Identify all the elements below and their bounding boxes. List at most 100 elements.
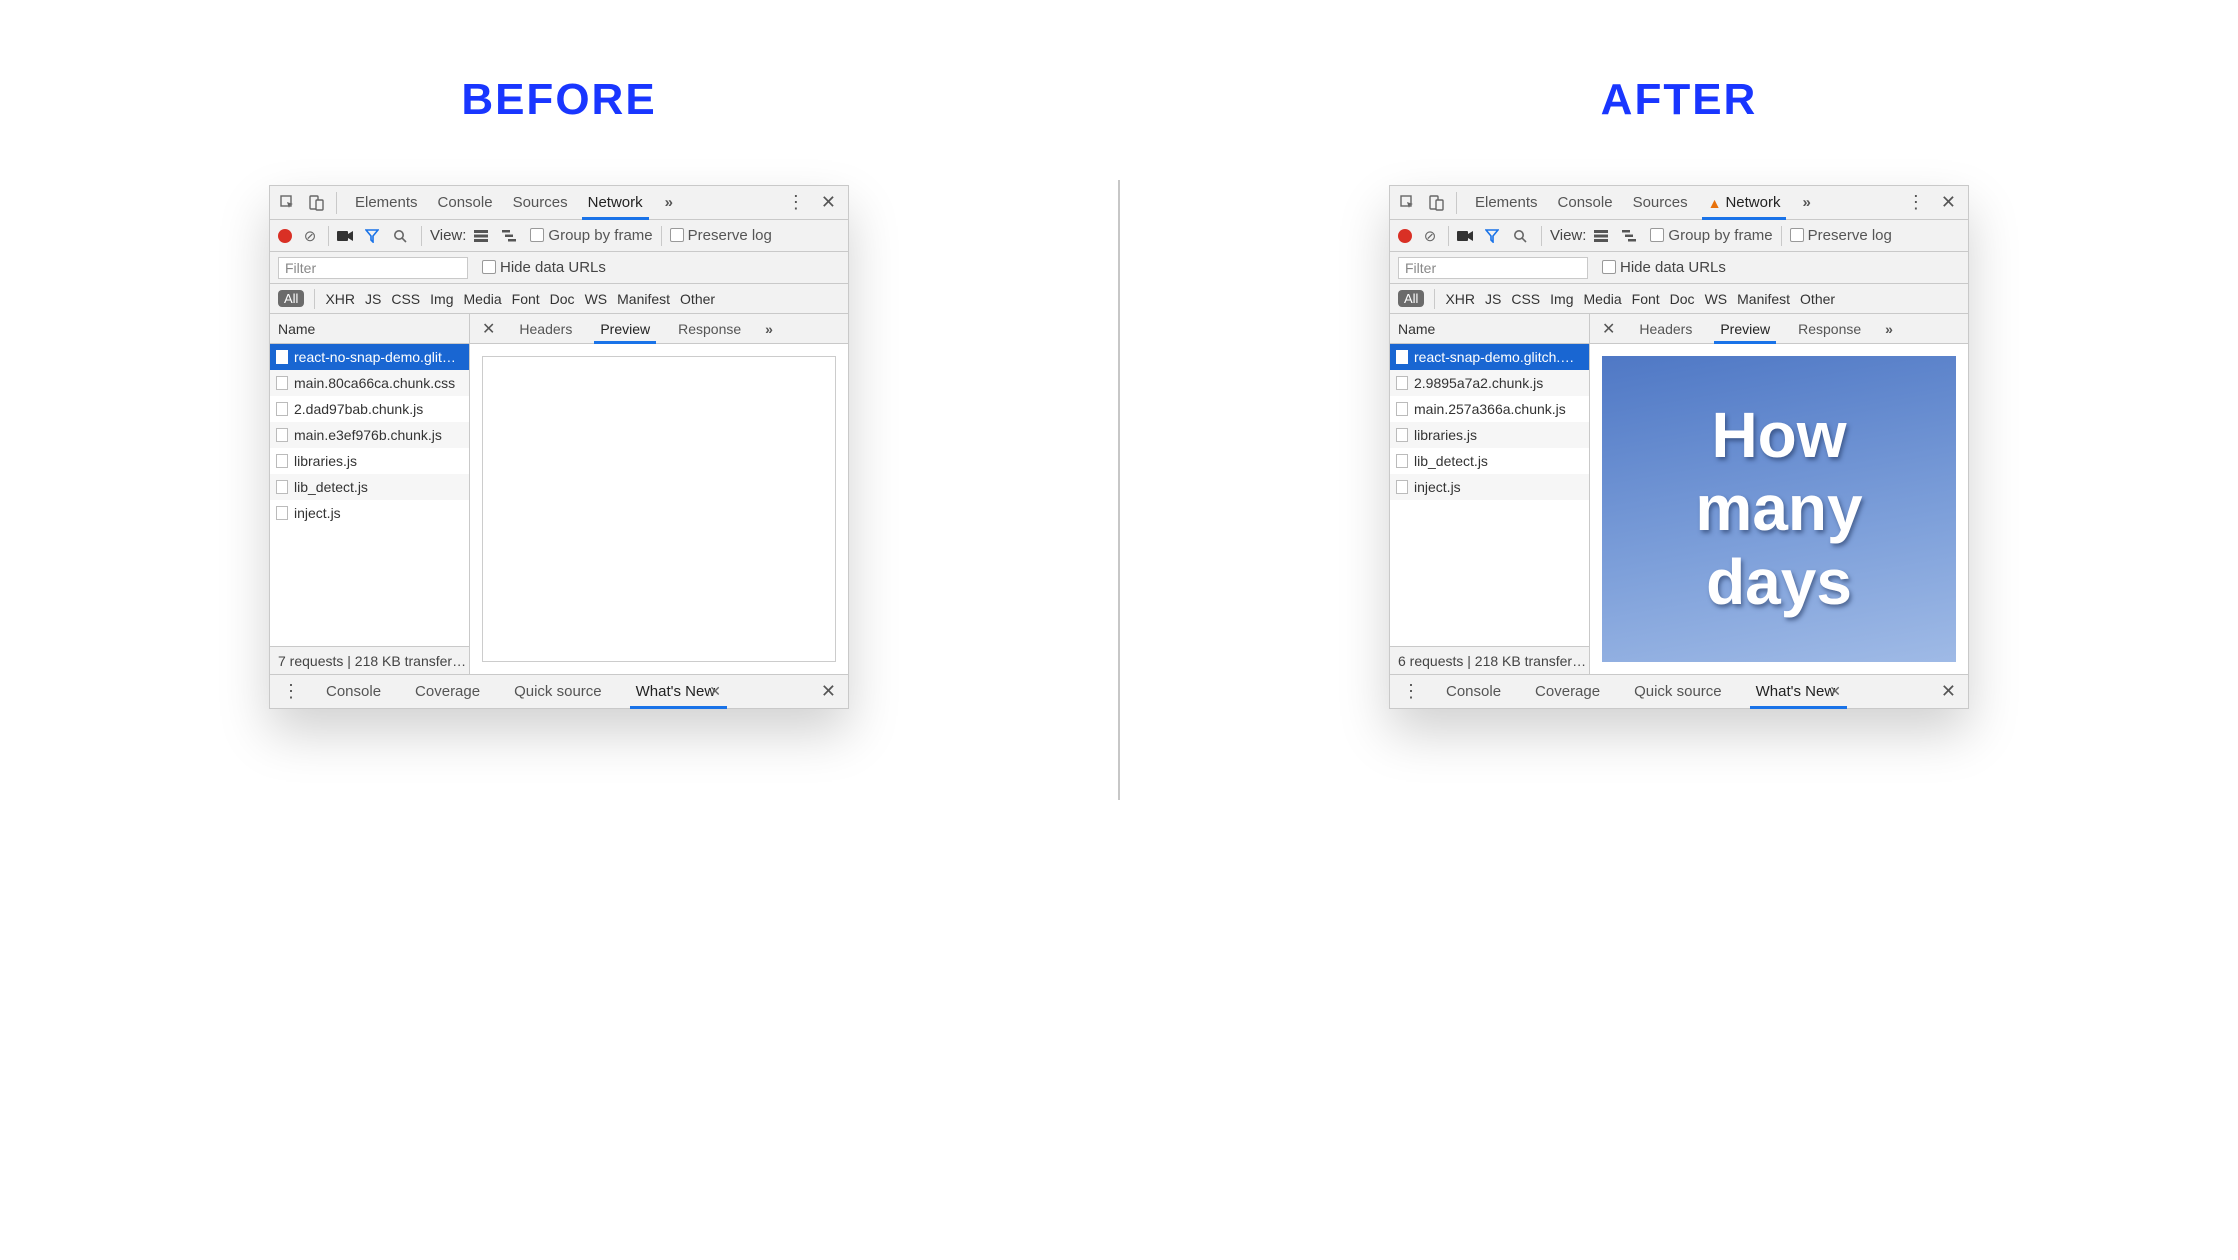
request-row[interactable]: libraries.js [1390,422,1589,448]
type-filter-other[interactable]: Other [1800,291,1835,307]
type-filter-css[interactable]: CSS [1511,291,1540,307]
drawer-tab-coverage[interactable]: Coverage [1521,675,1614,709]
filter-icon[interactable] [1485,229,1505,243]
inspect-icon[interactable] [276,191,300,215]
type-filter-css[interactable]: CSS [391,291,420,307]
type-filter-img[interactable]: Img [1550,291,1573,307]
kebab-menu-icon[interactable]: ⋮ [781,192,811,213]
filter-input[interactable]: Filter [1398,257,1588,279]
record-icon[interactable] [278,229,292,243]
type-filter-xhr[interactable]: XHR [325,291,355,307]
device-toggle-icon[interactable] [304,191,328,215]
request-row[interactable]: main.e3ef976b.chunk.js [270,422,469,448]
clear-icon[interactable]: ⊘ [1420,227,1440,245]
inspect-icon[interactable] [1396,191,1420,215]
request-row[interactable]: libraries.js [270,448,469,474]
request-row[interactable]: 2.dad97bab.chunk.js [270,396,469,422]
detail-tab-response[interactable]: Response [666,314,753,344]
drawer-tab-quick-source[interactable]: Quick source [500,675,616,709]
hide-data-urls-checkbox[interactable]: Hide data URLs [1602,259,1726,276]
type-filter-js[interactable]: JS [1485,291,1501,307]
large-rows-icon[interactable] [474,230,494,242]
drawer-tab-whats-new[interactable]: What's New ✕ [622,675,735,709]
record-icon[interactable] [1398,229,1412,243]
detail-tab-headers[interactable]: Headers [1627,314,1704,344]
close-detail-icon[interactable]: ✕ [474,319,503,339]
request-row[interactable]: lib_detect.js [270,474,469,500]
kebab-menu-icon[interactable]: ⋮ [1901,192,1931,213]
type-filter-manifest[interactable]: Manifest [617,291,670,307]
drawer-tab-quick-source[interactable]: Quick source [1620,675,1736,709]
detail-tab-headers[interactable]: Headers [507,314,584,344]
close-tab-icon[interactable]: ✕ [1829,683,1841,700]
tab-console[interactable]: Console [1548,186,1623,220]
type-filter-ws[interactable]: WS [1705,291,1728,307]
request-list-header[interactable]: Name [1390,314,1589,344]
drawer-tab-console[interactable]: Console [312,675,395,709]
type-filter-all[interactable]: All [278,290,304,307]
type-filter-media[interactable]: Media [464,291,502,307]
request-row[interactable]: main.80ca66ca.chunk.css [270,370,469,396]
preserve-log-checkbox[interactable]: Preserve log [670,227,772,244]
drawer-menu-icon[interactable]: ⋮ [1396,681,1426,702]
tab-network[interactable]: Network [578,186,653,220]
type-filter-xhr[interactable]: XHR [1445,291,1475,307]
detail-tab-response[interactable]: Response [1786,314,1873,344]
type-filter-manifest[interactable]: Manifest [1737,291,1790,307]
request-row[interactable]: 2.9895a7a2.chunk.js [1390,370,1589,396]
tab-sources[interactable]: Sources [503,186,578,220]
clear-icon[interactable]: ⊘ [300,227,320,245]
close-drawer-icon[interactable]: ✕ [1935,681,1962,702]
device-toggle-icon[interactable] [1424,191,1448,215]
detail-tab-preview[interactable]: Preview [1708,314,1782,344]
filter-icon[interactable] [365,229,385,243]
camera-icon[interactable] [337,230,357,242]
waterfall-icon[interactable] [502,230,522,242]
tab-console[interactable]: Console [428,186,503,220]
drawer-tab-console[interactable]: Console [1432,675,1515,709]
detail-tab-preview[interactable]: Preview [588,314,662,344]
type-filter-all[interactable]: All [1398,290,1424,307]
tab-elements[interactable]: Elements [345,186,428,220]
tab-sources[interactable]: Sources [1623,186,1698,220]
request-row[interactable]: main.257a366a.chunk.js [1390,396,1589,422]
tab-network[interactable]: ▲Network [1698,186,1791,220]
waterfall-icon[interactable] [1622,230,1642,242]
close-detail-icon[interactable]: ✕ [1594,319,1623,339]
search-icon[interactable] [393,229,413,243]
large-rows-icon[interactable] [1594,230,1614,242]
search-icon[interactable] [1513,229,1533,243]
close-devtools-icon[interactable]: ✕ [1935,192,1962,213]
drawer-tab-coverage[interactable]: Coverage [401,675,494,709]
type-filter-media[interactable]: Media [1584,291,1622,307]
type-filter-js[interactable]: JS [365,291,381,307]
type-filter-ws[interactable]: WS [585,291,608,307]
type-filter-doc[interactable]: Doc [1670,291,1695,307]
close-drawer-icon[interactable]: ✕ [815,681,842,702]
group-by-frame-checkbox[interactable]: Group by frame [1650,227,1772,244]
more-detail-tabs-icon[interactable]: » [1877,321,1901,337]
type-filter-font[interactable]: Font [512,291,540,307]
tab-elements[interactable]: Elements [1465,186,1548,220]
type-filter-font[interactable]: Font [1632,291,1660,307]
request-list-header[interactable]: Name [270,314,469,344]
request-row[interactable]: react-no-snap-demo.glit… [270,344,469,370]
close-devtools-icon[interactable]: ✕ [815,192,842,213]
preserve-log-checkbox[interactable]: Preserve log [1790,227,1892,244]
filter-input[interactable]: Filter [278,257,468,279]
hide-data-urls-checkbox[interactable]: Hide data URLs [482,259,606,276]
group-by-frame-checkbox[interactable]: Group by frame [530,227,652,244]
drawer-tab-whats-new[interactable]: What's New ✕ [1742,675,1855,709]
type-filter-doc[interactable]: Doc [550,291,575,307]
close-tab-icon[interactable]: ✕ [709,683,721,700]
more-tabs-icon[interactable]: » [1794,194,1818,211]
more-detail-tabs-icon[interactable]: » [757,321,781,337]
drawer-menu-icon[interactable]: ⋮ [276,681,306,702]
more-tabs-icon[interactable]: » [657,194,681,211]
request-row[interactable]: lib_detect.js [1390,448,1589,474]
camera-icon[interactable] [1457,230,1477,242]
type-filter-img[interactable]: Img [430,291,453,307]
request-row[interactable]: inject.js [1390,474,1589,500]
request-row[interactable]: inject.js [270,500,469,526]
request-row[interactable]: react-snap-demo.glitch.… [1390,344,1589,370]
